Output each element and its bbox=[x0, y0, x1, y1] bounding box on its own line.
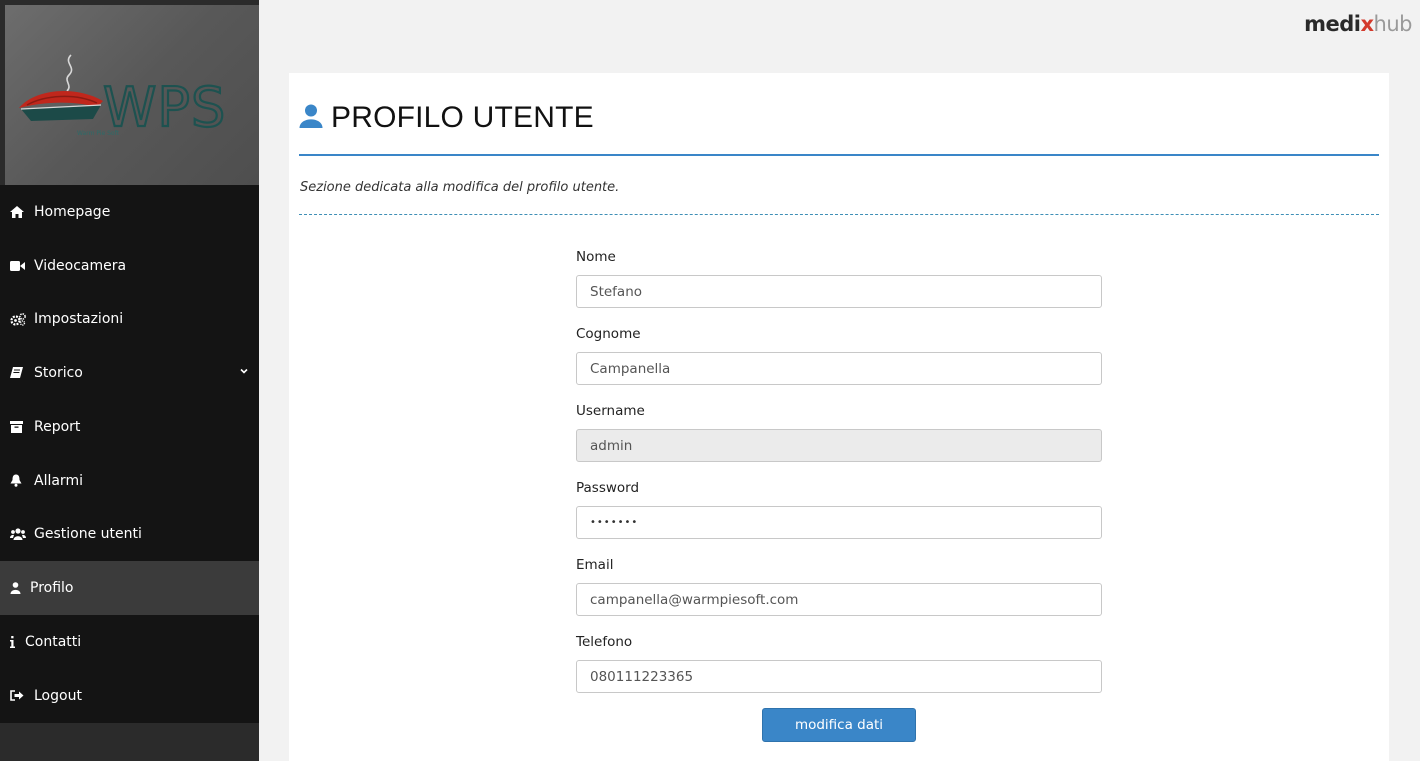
nome-label: Nome bbox=[576, 249, 616, 265]
logo[interactable]: WPS Warm Pie Soft bbox=[5, 5, 259, 185]
email-input[interactable]: campanella@warmpiesoft.com bbox=[576, 583, 1102, 616]
email-value: campanella@warmpiesoft.com bbox=[590, 591, 799, 608]
cognome-value: Campanella bbox=[590, 360, 671, 377]
home-icon bbox=[10, 205, 28, 219]
page-description: Sezione dedicata alla modifica del profi… bbox=[300, 180, 620, 195]
sidebar-item-label: Gestione utenti bbox=[34, 526, 142, 543]
field-username: Username admin bbox=[576, 402, 1102, 479]
info-icon bbox=[10, 635, 19, 649]
brand-part-x: x bbox=[1360, 12, 1375, 36]
sidebar-item-allarmi[interactable]: Allarmi bbox=[0, 454, 259, 508]
username-input: admin bbox=[576, 429, 1102, 462]
sidebar-item-label: Logout bbox=[34, 687, 82, 704]
wps-logo-icon: WPS Warm Pie Soft bbox=[19, 54, 226, 140]
sidebar: WPS Warm Pie Soft Homepage Videocamera I… bbox=[0, 0, 259, 761]
sidebar-item-report[interactable]: Report bbox=[0, 400, 259, 454]
cognome-label: Cognome bbox=[576, 326, 641, 342]
gears-icon bbox=[10, 312, 28, 326]
brand-part-1: medi bbox=[1304, 12, 1361, 36]
sidebar-item-label: Storico bbox=[34, 365, 83, 382]
field-nome: Nome Stefano bbox=[576, 248, 1102, 325]
book-icon bbox=[10, 366, 28, 380]
sidebar-item-label: Homepage bbox=[34, 203, 111, 220]
page-title: PROFILO UTENTE bbox=[331, 101, 594, 134]
page-header: PROFILO UTENTE bbox=[299, 101, 594, 135]
dashed-divider bbox=[299, 214, 1379, 215]
field-cognome: Cognome Campanella bbox=[576, 325, 1102, 402]
password-value: ••••••• bbox=[590, 517, 639, 528]
brand-part-2: hub bbox=[1373, 12, 1413, 36]
sidebar-item-label: Report bbox=[34, 418, 81, 435]
title-divider bbox=[299, 154, 1379, 156]
username-label: Username bbox=[576, 403, 645, 419]
username-value: admin bbox=[590, 437, 633, 454]
nome-value: Stefano bbox=[590, 283, 643, 300]
telefono-input[interactable]: 080111223365 bbox=[576, 660, 1102, 693]
main-panel: PROFILO UTENTE Sezione dedicata alla mod… bbox=[289, 73, 1389, 761]
svg-text:WPS: WPS bbox=[103, 76, 226, 139]
sidebar-item-homepage[interactable]: Homepage bbox=[0, 185, 259, 239]
telefono-value: 080111223365 bbox=[590, 668, 694, 685]
user-icon bbox=[10, 581, 24, 595]
telefono-label: Telefono bbox=[576, 634, 633, 650]
password-input[interactable]: ••••••• bbox=[576, 506, 1102, 539]
cognome-input[interactable]: Campanella bbox=[576, 352, 1102, 385]
modifica-dati-button[interactable]: modifica dati bbox=[762, 708, 916, 742]
chevron-down-icon[interactable] bbox=[239, 364, 249, 380]
field-email: Email campanella@warmpiesoft.com bbox=[576, 556, 1102, 633]
sidebar-nav: Homepage Videocamera Impostazioni Storic… bbox=[0, 185, 259, 723]
video-camera-icon bbox=[10, 259, 28, 273]
sidebar-item-label: Impostazioni bbox=[34, 311, 124, 328]
sidebar-item-impostazioni[interactable]: Impostazioni bbox=[0, 293, 259, 347]
profile-form: Nome Stefano Cognome Campanella Username… bbox=[576, 248, 1102, 710]
sidebar-item-storico[interactable]: Storico bbox=[0, 346, 259, 400]
email-label: Email bbox=[576, 557, 614, 573]
sidebar-item-videocamera[interactable]: Videocamera bbox=[0, 239, 259, 293]
sidebar-item-profilo[interactable]: Profilo bbox=[0, 561, 259, 615]
sidebar-item-contatti[interactable]: Contatti bbox=[0, 615, 259, 669]
sidebar-item-label: Videocamera bbox=[34, 257, 127, 274]
sign-out-icon bbox=[10, 689, 28, 703]
users-icon bbox=[10, 527, 28, 541]
password-label: Password bbox=[576, 480, 640, 496]
sidebar-item-logout[interactable]: Logout bbox=[0, 669, 259, 723]
archive-icon bbox=[10, 420, 28, 434]
bell-icon bbox=[10, 474, 28, 488]
field-password: Password ••••••• bbox=[576, 479, 1102, 556]
field-telefono: Telefono 080111223365 bbox=[576, 633, 1102, 710]
sidebar-item-label: Profilo bbox=[30, 580, 74, 597]
brand-logo: medixhub bbox=[1304, 12, 1412, 36]
user-icon bbox=[299, 104, 323, 132]
sidebar-item-gestione-utenti[interactable]: Gestione utenti bbox=[0, 508, 259, 562]
sidebar-item-label: Allarmi bbox=[34, 472, 83, 489]
svg-text:Warm Pie Soft: Warm Pie Soft bbox=[77, 130, 120, 137]
sidebar-item-label: Contatti bbox=[25, 633, 82, 650]
nome-input[interactable]: Stefano bbox=[576, 275, 1102, 308]
